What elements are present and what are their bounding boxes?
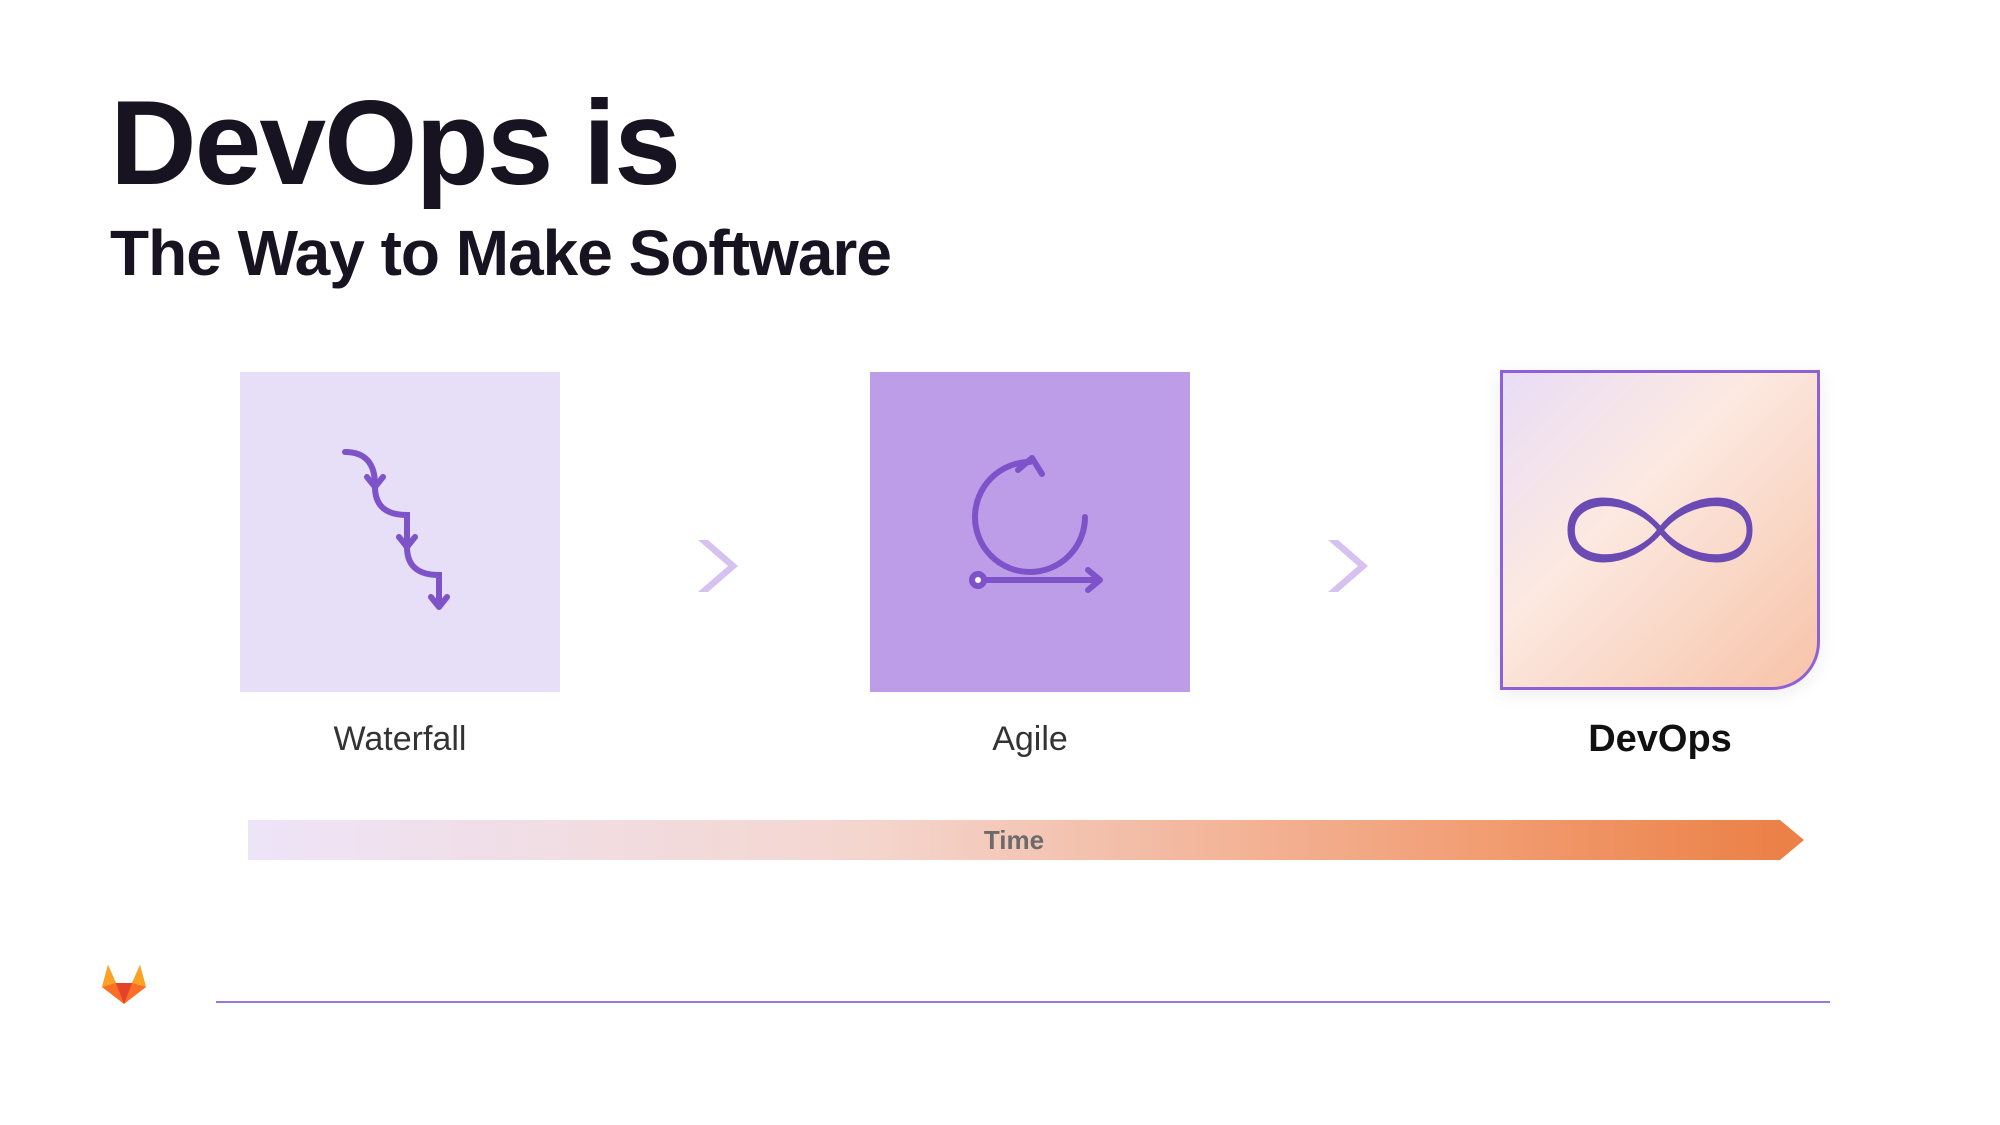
chevron-right-icon [690, 536, 740, 596]
waterfall-icon [315, 437, 485, 627]
stages-row: Waterfall [240, 370, 1820, 761]
devops-label: DevOps [1588, 718, 1732, 761]
stage-agile: Agile [870, 372, 1190, 759]
waterfall-box [240, 372, 560, 692]
chevron-right-icon [1320, 536, 1370, 596]
timeline-label: Time [984, 825, 1044, 856]
timeline-bar: Time [248, 820, 1780, 860]
footer [100, 961, 1830, 1005]
page-subtitle: The Way to Make Software [110, 216, 1890, 290]
slide: DevOps is The Way to Make Software [0, 0, 2000, 1125]
stage-devops: DevOps [1500, 370, 1820, 761]
agile-label: Agile [992, 720, 1068, 759]
devops-box [1500, 370, 1820, 690]
timeline: Time [248, 820, 1780, 860]
gitlab-logo-icon [100, 961, 148, 1005]
waterfall-label: Waterfall [334, 720, 467, 759]
agile-icon [930, 432, 1130, 632]
agile-box [870, 372, 1190, 692]
stage-waterfall: Waterfall [240, 372, 560, 759]
page-title: DevOps is [110, 80, 1890, 206]
footer-divider [216, 1001, 1830, 1003]
infinity-icon [1530, 460, 1790, 600]
